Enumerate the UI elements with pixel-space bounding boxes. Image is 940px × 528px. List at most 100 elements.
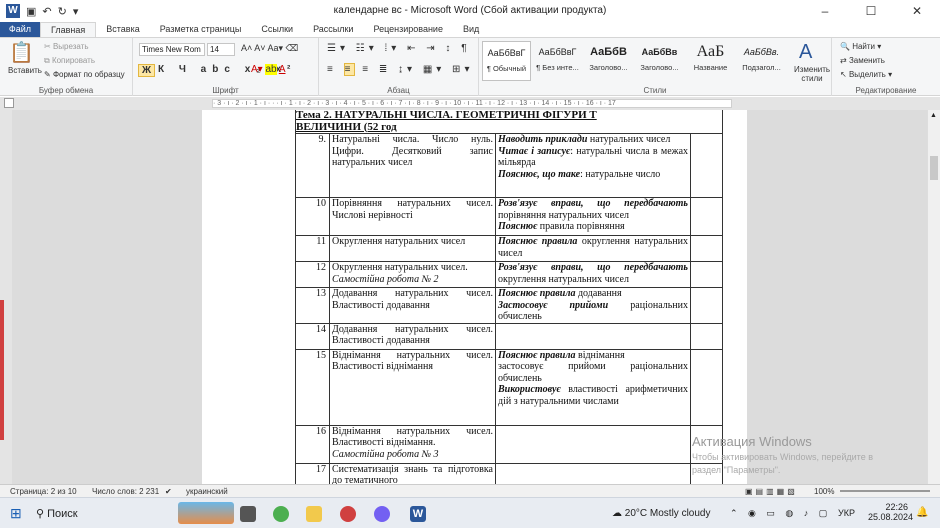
style-subtitle[interactable]: АаБбВв. Подзагол... xyxy=(737,41,786,81)
find-button[interactable]: 🔍 Найти ▾ xyxy=(840,42,881,51)
date-cell[interactable] xyxy=(690,348,723,426)
viber-icon[interactable] xyxy=(374,506,390,522)
lesson-topic: Віднімання натуральних чисел. Властивост… xyxy=(329,424,496,464)
tab-home[interactable]: Главная xyxy=(40,22,97,37)
proofing-icon[interactable]: ✔ xyxy=(165,487,172,496)
horizontal-ruler[interactable]: · 3 · ı · 2 · ı · 1 · ı · · · ı · 1 · ı … xyxy=(0,97,940,110)
weather-widget[interactable]: ☁ 20°C Mostly cloudy xyxy=(612,508,710,519)
chrome-profile-icon[interactable] xyxy=(340,506,356,522)
tab-mailings[interactable]: Рассылки xyxy=(303,22,363,37)
system-tray[interactable]: ⌃ ◉ ▭ ◍ ♪ ▢ xyxy=(730,508,831,519)
status-bar: Страница: 2 из 10 Число слов: 2 231 ✔ ук… xyxy=(0,484,940,497)
tab-file[interactable]: Файл xyxy=(0,22,40,37)
lesson-skills: Розв'язує вправи, що передбачають порівн… xyxy=(495,197,691,236)
date-cell[interactable] xyxy=(690,261,723,288)
tab-insert[interactable]: Вставка xyxy=(96,22,149,37)
lesson-topic-text: Віднімання натуральних чисел. Властивост… xyxy=(332,349,493,373)
date-cell[interactable] xyxy=(690,133,723,198)
notification-icon[interactable]: 🔔 xyxy=(916,507,928,518)
style-heading-2[interactable]: АаБбВв Заголово... xyxy=(635,41,684,81)
change-styles-button[interactable]: Изменить стили xyxy=(793,65,831,83)
search-box[interactable]: ⚲ Поиск xyxy=(36,507,78,520)
paragraph-group: ☰▾ ☷▾ ⁞▾ ⇤ ⇥ ↕ ¶ ≡ ≡ ≡ ≣ ↨▾ ▦▾ ⊞▾ Абзац xyxy=(319,38,479,96)
calendar-table: Тема 2. НАТУРАЛЬНІ ЧИСЛА. ГЕОМЕТРИЧНІ ФІ… xyxy=(295,110,723,484)
zoom-slider[interactable] xyxy=(840,490,930,492)
zoom-level[interactable]: 100% xyxy=(814,487,834,496)
activation-watermark-line: раздел "Параметры". xyxy=(692,465,781,475)
independent-work-label: Самостійна робота № 3 xyxy=(332,448,439,460)
skill-item: Розв'язує вправи, що передбачають округл… xyxy=(498,262,688,285)
scrollbar-thumb[interactable] xyxy=(930,156,938,180)
clipboard-group-label: Буфер обмена xyxy=(38,86,94,95)
align-buttons[interactable]: ≡ ≡ ≡ ≣ ↨▾ ▦▾ ⊞▾ xyxy=(327,63,473,76)
copy-button[interactable]: ⧉ Копировать xyxy=(44,56,95,66)
language-indicator[interactable]: украинский xyxy=(186,487,228,496)
lesson-number: 9. xyxy=(295,133,330,198)
lesson-topic-text: Натуральні числа. Число нуль. Цифри. Дес… xyxy=(332,134,493,168)
font-color-button[interactable]: A▾ ab A xyxy=(251,64,286,75)
minimize-button[interactable]: – xyxy=(802,0,848,22)
keyboard-language[interactable]: УКР xyxy=(838,508,855,518)
lesson-number: 11 xyxy=(295,235,330,262)
skill-text: округлення натуральних чисел xyxy=(498,273,629,285)
skill-item: застосовує прийоми раціональних обчислен… xyxy=(498,361,688,384)
qat-menu-icon[interactable]: ▾ xyxy=(73,5,79,18)
list-buttons[interactable]: ☰▾ ☷▾ ⁞▾ ⇤ ⇥ ↕ ¶ xyxy=(327,43,471,54)
font-size-buttons[interactable]: A˄ A˅ Aa▾ ⌫ xyxy=(241,43,298,54)
select-button[interactable]: ↖ Выделить ▾ xyxy=(840,70,892,79)
table-row: 11 Округлення натуральних чисел Пояснює пр… xyxy=(295,235,723,262)
replace-icon: ⇄ xyxy=(840,56,849,65)
font-name-select[interactable]: Times New Rom xyxy=(139,43,205,56)
lesson-topic: Систематизація знань та підготовка до те… xyxy=(329,462,496,484)
maximize-button[interactable]: ☐ xyxy=(848,0,894,22)
styles-group: АаБбВвГ ¶ Обычный АаБбВвГ ¶ Без инте... Аа… xyxy=(479,38,832,96)
search-highlight-image[interactable] xyxy=(178,502,234,524)
tab-view[interactable]: Вид xyxy=(453,22,489,37)
tab-page-layout[interactable]: Разметка страницы xyxy=(150,22,252,37)
date-cell[interactable] xyxy=(690,322,723,350)
undo-icon[interactable]: ↶ xyxy=(42,5,51,18)
skill-item: Читає і записує: натуральні числа в межа… xyxy=(498,146,688,169)
save-icon[interactable]: ▣ xyxy=(26,5,36,18)
start-icon[interactable]: ⊞ xyxy=(10,505,22,522)
document-page[interactable]: Тема 2. НАТУРАЛЬНІ ЧИСЛА. ГЕОМЕТРИЧНІ ФІ… xyxy=(202,110,747,484)
change-styles-icon[interactable]: A xyxy=(799,41,812,64)
date-cell[interactable] xyxy=(690,197,723,236)
clock[interactable]: 22:26 25.08.2024 xyxy=(868,502,913,522)
file-explorer-icon[interactable] xyxy=(306,506,322,522)
paste-icon[interactable]: 📋 xyxy=(9,40,34,65)
format-painter-button[interactable]: ✎ Формат по образцу xyxy=(44,70,125,79)
word-taskbar-icon[interactable]: W xyxy=(410,506,426,522)
date-cell[interactable] xyxy=(690,235,723,262)
style-title[interactable]: АаБ Название xyxy=(686,41,735,81)
bold-button[interactable]: Ж xyxy=(138,64,156,77)
skill-verb: Використовує xyxy=(498,384,561,395)
paste-button[interactable]: Вставить xyxy=(8,66,42,75)
cut-button[interactable]: ✂ Вырезать xyxy=(44,42,89,51)
style-normal[interactable]: АаБбВвГ ¶ Обычный xyxy=(482,41,531,81)
scroll-up-icon[interactable]: ▲ xyxy=(930,112,937,119)
word-icon: W xyxy=(6,4,20,18)
skill-verb: Пояснює правила xyxy=(498,349,576,361)
style-no-spacing[interactable]: АаБбВвГ ¶ Без инте... xyxy=(533,41,582,81)
word-counter[interactable]: Число слов: 2 231 xyxy=(92,487,159,496)
view-buttons[interactable]: ▣▤▥▦▧ xyxy=(745,487,798,496)
skill-text: : натуральне число xyxy=(580,168,661,180)
search-icon: ⚲ xyxy=(36,508,48,520)
replace-button[interactable]: ⇄ Заменить xyxy=(840,56,885,65)
tab-review[interactable]: Рецензирование xyxy=(363,22,453,37)
chrome-icon[interactable] xyxy=(273,506,289,522)
date-cell[interactable] xyxy=(690,287,723,324)
tab-references[interactable]: Ссылки xyxy=(251,22,303,37)
style-heading-1[interactable]: АаБбВ Заголово... xyxy=(584,41,633,81)
redo-icon[interactable]: ↻ xyxy=(58,5,67,18)
lesson-topic-text: Додавання натуральних чисел. Властивості… xyxy=(332,323,493,347)
vertical-scrollbar[interactable]: ▲ xyxy=(927,110,940,484)
task-view-icon[interactable] xyxy=(240,506,256,522)
close-button[interactable]: ✕ xyxy=(894,0,940,22)
font-size-select[interactable]: 14 xyxy=(207,43,235,56)
page-counter[interactable]: Страница: 2 из 10 xyxy=(10,487,77,496)
ribbon: 📋 Вставить ✂ Вырезать ⧉ Копировать ✎ Фор… xyxy=(0,37,940,96)
activation-watermark-line: Чтобы активировать Windows, перейдите в xyxy=(692,452,873,462)
tab-selector[interactable] xyxy=(4,98,14,108)
